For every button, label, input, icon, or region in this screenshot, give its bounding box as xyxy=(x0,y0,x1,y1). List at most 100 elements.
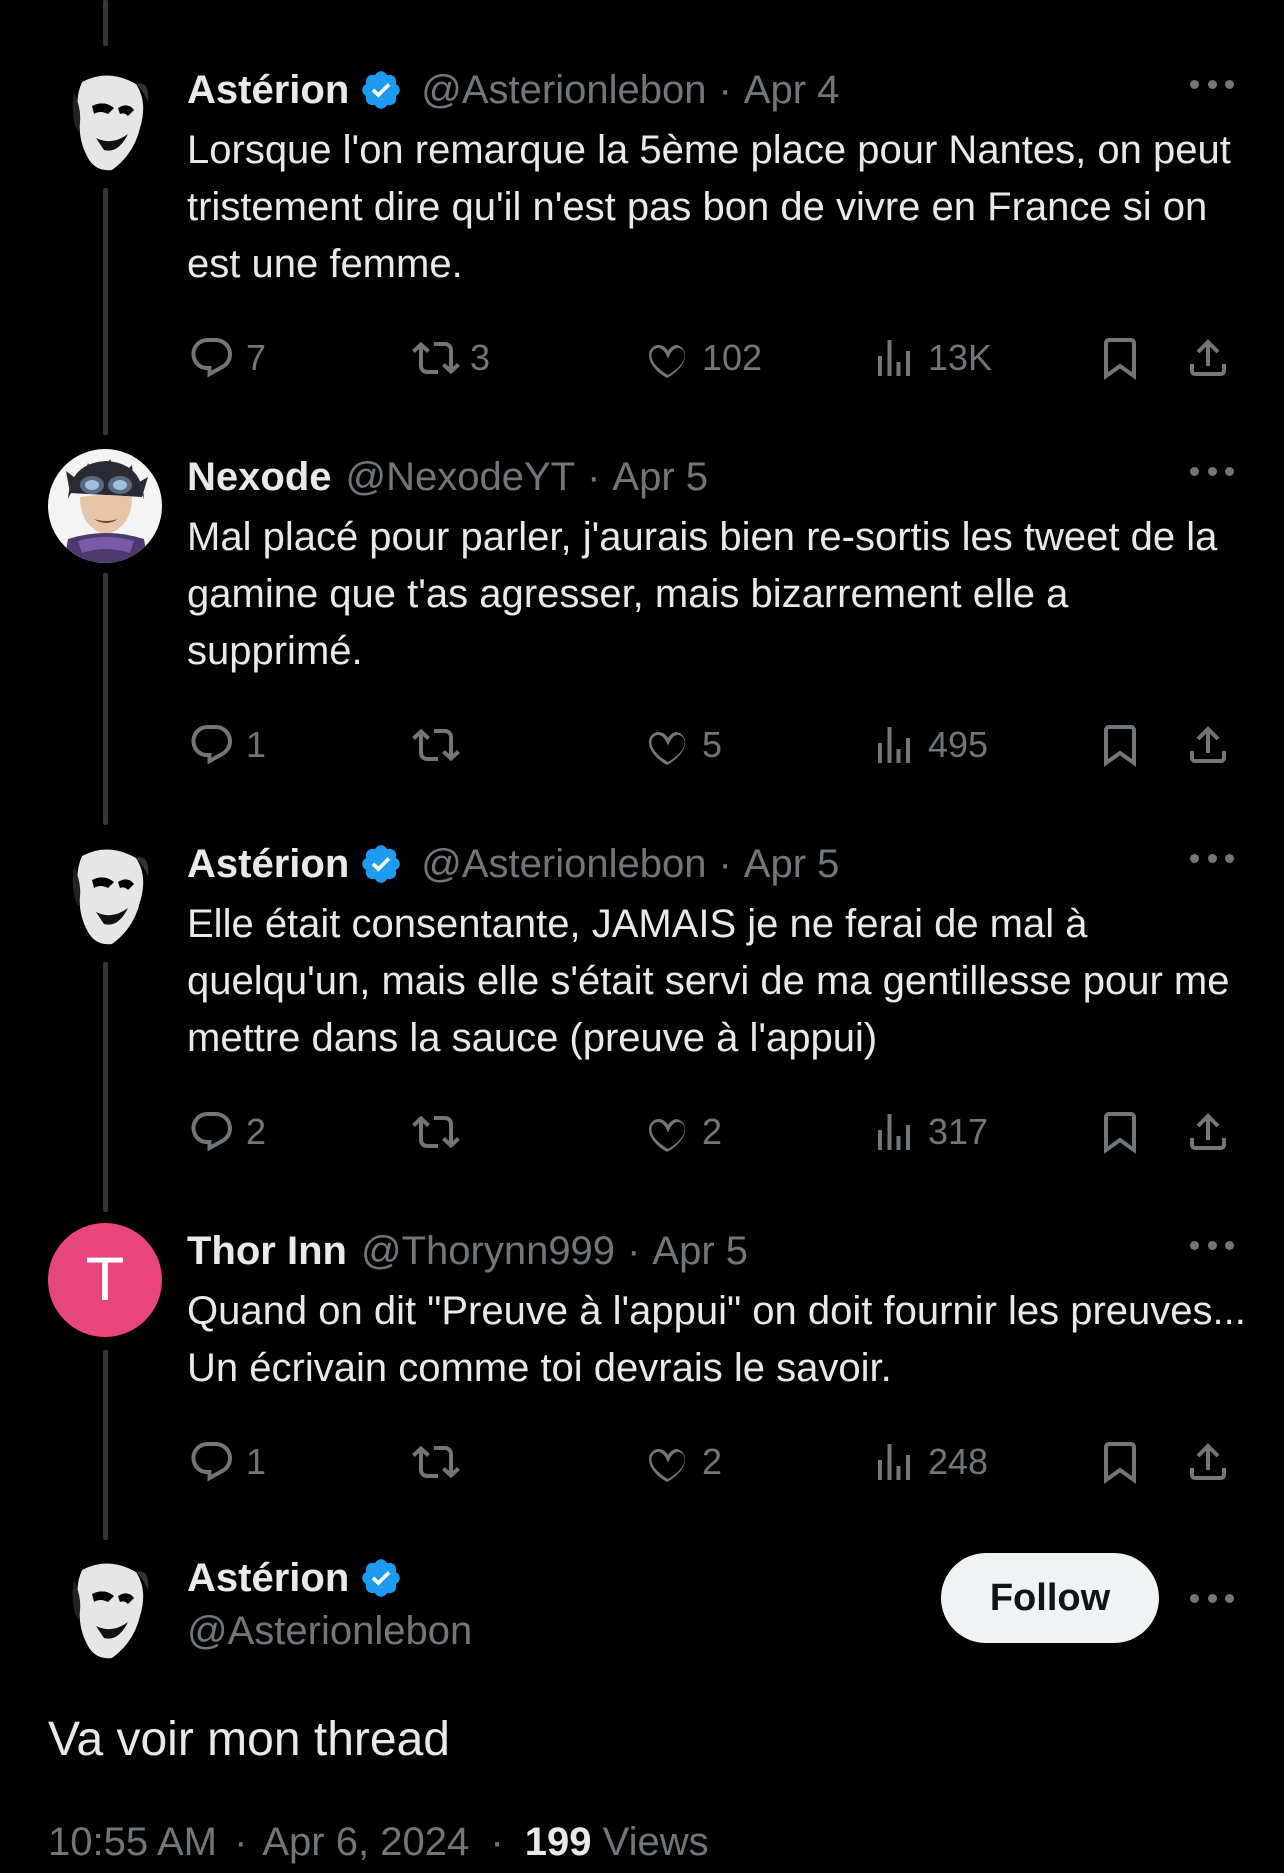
views-icon xyxy=(878,1114,910,1150)
tweet-text: Quand on dit "Preuve à l'appui" on doit … xyxy=(187,1289,1246,1390)
goggles-character-avatar xyxy=(48,449,162,563)
reply-count: 7 xyxy=(246,337,267,378)
views-icon xyxy=(878,1444,910,1480)
author-name[interactable]: Nexode xyxy=(187,455,332,500)
like-button[interactable]: 102 xyxy=(644,328,762,388)
reply-button[interactable]: 7 xyxy=(188,328,266,388)
like-button[interactable]: 2 xyxy=(644,1432,722,1492)
follow-button[interactable]: Follow xyxy=(941,1553,1159,1643)
more-icon[interactable] xyxy=(1190,1588,1234,1608)
tweet-time[interactable]: 10:55 AM xyxy=(48,1820,217,1864)
separator-dot: · xyxy=(490,1820,504,1864)
verified-badge-icon xyxy=(359,68,403,112)
tweet-date[interactable]: Apr 5 xyxy=(652,1229,748,1274)
thread-line xyxy=(103,573,108,825)
views-icon xyxy=(878,340,910,376)
repost-count: 3 xyxy=(470,337,491,378)
separator-dot: · xyxy=(718,67,732,112)
bookmark-button[interactable] xyxy=(1096,1102,1144,1162)
like-icon xyxy=(649,1118,686,1152)
bookmark-button[interactable] xyxy=(1096,715,1144,775)
more-icon[interactable] xyxy=(1190,1235,1234,1255)
author-handle[interactable]: @Thorynn999 xyxy=(361,1229,615,1274)
tweet-text: Va voir mon thread xyxy=(48,1713,450,1766)
views-count: 248 xyxy=(928,1441,989,1482)
more-icon[interactable] xyxy=(1190,461,1234,481)
bookmark-icon xyxy=(1104,338,1136,380)
like-count: 2 xyxy=(702,1441,723,1482)
masked-face-avatar xyxy=(48,1550,162,1664)
author-handle[interactable]: @Asterionlebon xyxy=(187,1609,472,1654)
avatar[interactable] xyxy=(48,836,162,950)
masked-face-avatar xyxy=(48,62,162,176)
repost-icon xyxy=(412,341,460,375)
share-button[interactable] xyxy=(1184,715,1232,775)
repost-icon xyxy=(412,1445,460,1479)
verified-badge-icon xyxy=(359,1556,403,1600)
like-icon xyxy=(649,1448,686,1482)
views-count: 317 xyxy=(928,1111,989,1152)
avatar[interactable]: T xyxy=(48,1223,162,1337)
repost-button[interactable] xyxy=(412,1102,470,1162)
tweet-text: Mal placé pour parler, j'aurais bien re-… xyxy=(187,515,1218,673)
share-icon xyxy=(1190,339,1226,376)
bookmark-icon xyxy=(1104,725,1136,767)
views-icon xyxy=(878,727,910,763)
like-count: 102 xyxy=(702,337,763,378)
repost-button[interactable]: 3 xyxy=(412,328,490,388)
author-name[interactable]: Astérion xyxy=(187,842,349,887)
views-button[interactable]: 13K xyxy=(870,328,992,388)
separator-dot: · xyxy=(587,454,601,499)
reply-button[interactable]: 1 xyxy=(188,715,266,775)
more-icon[interactable] xyxy=(1190,74,1234,94)
thread-line xyxy=(103,962,108,1212)
like-button[interactable]: 2 xyxy=(644,1102,722,1162)
share-button[interactable] xyxy=(1184,328,1232,388)
like-icon xyxy=(649,344,686,378)
more-icon[interactable] xyxy=(1190,848,1234,868)
separator-dot: · xyxy=(627,1228,641,1273)
thread-line xyxy=(103,188,108,435)
views-button[interactable]: 317 xyxy=(870,1102,988,1162)
action-bar: 1 2 248 xyxy=(0,1432,1284,1492)
share-icon xyxy=(1190,1443,1226,1480)
like-button[interactable]: 5 xyxy=(644,715,722,775)
avatar[interactable] xyxy=(48,1550,162,1664)
tweet-date[interactable]: Apr 6, 2024 xyxy=(262,1820,469,1864)
share-button[interactable] xyxy=(1184,1102,1232,1162)
author-handle[interactable]: @Asterionlebon xyxy=(421,842,706,887)
author-name[interactable]: Thor Inn xyxy=(187,1229,347,1274)
views-button[interactable]: 495 xyxy=(870,715,988,775)
avatar[interactable] xyxy=(48,449,162,563)
views-count: 199 xyxy=(524,1820,592,1864)
like-count: 5 xyxy=(702,724,723,765)
repost-button[interactable] xyxy=(412,1432,470,1492)
tweet-date[interactable]: Apr 5 xyxy=(612,455,708,500)
tweet-date[interactable]: Apr 4 xyxy=(744,68,840,113)
masked-face-avatar xyxy=(48,836,162,950)
tweet-date[interactable]: Apr 5 xyxy=(744,842,840,887)
author-handle[interactable]: @NexodeYT xyxy=(346,455,576,500)
repost-icon xyxy=(412,728,460,762)
views-button[interactable]: 248 xyxy=(870,1432,988,1492)
share-icon xyxy=(1190,726,1226,763)
bookmark-button[interactable] xyxy=(1096,1432,1144,1492)
like-icon xyxy=(649,731,686,765)
action-bar: 7 3 102 13K xyxy=(0,328,1284,388)
action-bar: 1 5 495 xyxy=(0,715,1284,775)
share-icon xyxy=(1190,1113,1226,1150)
separator-dot: · xyxy=(718,841,732,886)
bookmark-button[interactable] xyxy=(1096,328,1144,388)
views-count: 13K xyxy=(928,337,993,378)
repost-button[interactable] xyxy=(412,715,470,775)
author-handle[interactable]: @Asterionlebon xyxy=(421,68,706,113)
action-bar: 2 2 317 xyxy=(0,1102,1284,1162)
avatar[interactable] xyxy=(48,62,162,176)
reply-button[interactable]: 2 xyxy=(188,1102,266,1162)
reply-button[interactable]: 1 xyxy=(188,1432,266,1492)
share-button[interactable] xyxy=(1184,1432,1232,1492)
author-name[interactable]: Astérion xyxy=(187,68,349,113)
views-count: 495 xyxy=(928,724,989,765)
author-name[interactable]: Astérion xyxy=(187,1556,349,1601)
views-label: Views xyxy=(602,1820,709,1864)
